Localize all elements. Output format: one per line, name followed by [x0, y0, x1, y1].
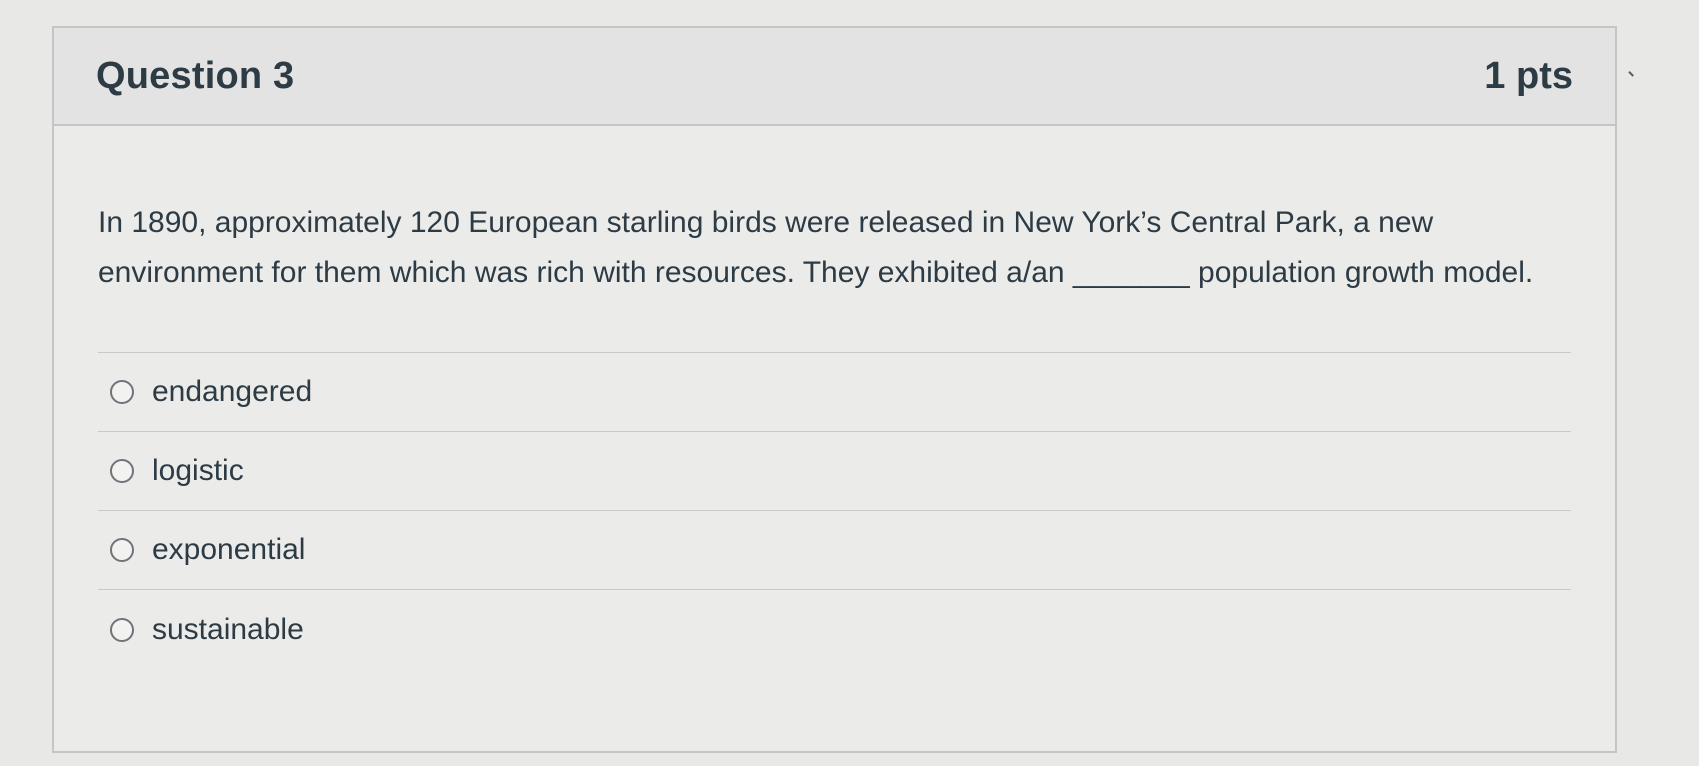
chevron-icon	[1624, 71, 1634, 81]
answer-label[interactable]: exponential	[152, 533, 305, 567]
radio-button[interactable]	[110, 617, 134, 642]
radio-button[interactable]	[110, 380, 134, 404]
answer-option-logistic[interactable]: logistic	[98, 432, 1571, 511]
question-text: In 1890, approximately 120 European star…	[98, 206, 1534, 289]
answer-option-endangered[interactable]: endangered	[98, 353, 1571, 432]
answer-label[interactable]: logistic	[152, 454, 244, 488]
question-card: Question 3 1 pts In 1890, approximately …	[52, 26, 1617, 753]
answer-list: endangered logistic exponential sustaina…	[98, 352, 1571, 669]
question-title: Question 3	[96, 54, 295, 97]
radio-button[interactable]	[110, 459, 134, 483]
question-body: In 1890, approximately 120 European star…	[54, 198, 1615, 669]
answer-option-sustainable[interactable]: sustainable	[98, 590, 1571, 669]
answer-label[interactable]: endangered	[152, 375, 312, 409]
question-header: Question 3 1 pts	[54, 28, 1615, 126]
radio-button[interactable]	[110, 538, 134, 562]
answer-label[interactable]: sustainable	[152, 613, 304, 647]
question-points: 1 pts	[1484, 54, 1573, 97]
answer-option-exponential[interactable]: exponential	[98, 511, 1571, 590]
